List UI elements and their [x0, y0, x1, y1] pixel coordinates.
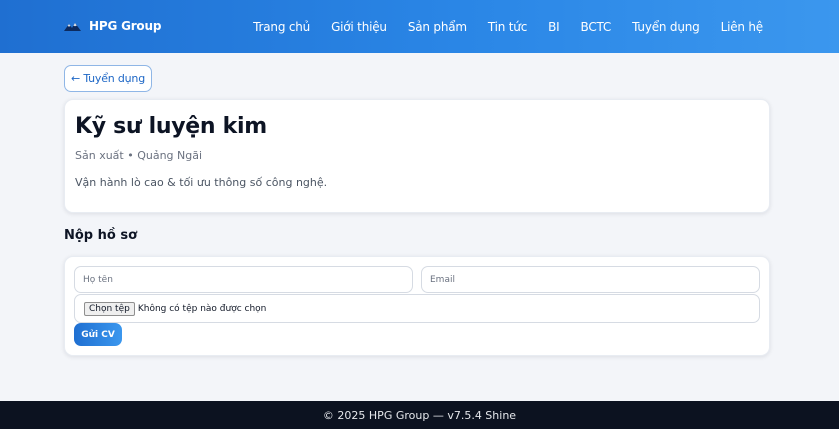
footer-text: © 2025 HPG Group — v7.5.4 Shine: [322, 408, 517, 422]
nav-item-news[interactable]: Tin tức: [488, 20, 527, 34]
main-nav: Trang chủ Giới thiệu Sản phẩm Tin tức BI…: [253, 0, 763, 53]
nav-item-contact[interactable]: Liên hệ: [721, 20, 764, 34]
submit-cv-button[interactable]: Gửi CV: [74, 323, 122, 346]
mountain-logo-icon: [64, 21, 81, 31]
nav-item-about[interactable]: Giới thiệu: [331, 20, 387, 34]
back-to-careers-button[interactable]: ← Tuyển dụng: [64, 65, 152, 92]
application-form: Chọn tệp Không có tệp nào được chọn Gửi …: [64, 256, 770, 356]
email-input[interactable]: [421, 266, 760, 293]
nav-item-bctc[interactable]: BCTC: [581, 20, 612, 34]
cv-file-field: Chọn tệp Không có tệp nào được chọn: [74, 294, 760, 323]
job-description: Vận hành lò cao & tối ưu thông số công n…: [75, 176, 328, 189]
nav-item-products[interactable]: Sản phẩm: [408, 20, 467, 34]
brand[interactable]: HPG Group: [64, 17, 161, 35]
choose-file-button[interactable]: Chọn tệp: [84, 301, 135, 316]
nav-item-home[interactable]: Trang chủ: [253, 20, 310, 34]
nav-item-careers[interactable]: Tuyển dụng: [632, 20, 700, 34]
job-title: Kỹ sư luyện kim: [75, 114, 267, 139]
job-meta: Sản xuất • Quảng Ngãi: [75, 149, 203, 162]
footer: © 2025 HPG Group — v7.5.4 Shine: [0, 401, 839, 429]
application-section-title: Nộp hồ sơ: [64, 228, 138, 243]
name-input[interactable]: [74, 266, 413, 293]
nav-item-bi[interactable]: BI: [548, 20, 560, 34]
top-navbar: HPG Group Trang chủ Giới thiệu Sản phẩm …: [0, 0, 839, 53]
file-status-text: Không có tệp nào được chọn: [137, 303, 267, 314]
job-card: Kỹ sư luyện kim Sản xuất • Quảng Ngãi Vậ…: [64, 99, 770, 213]
brand-name: HPG Group: [89, 19, 162, 33]
